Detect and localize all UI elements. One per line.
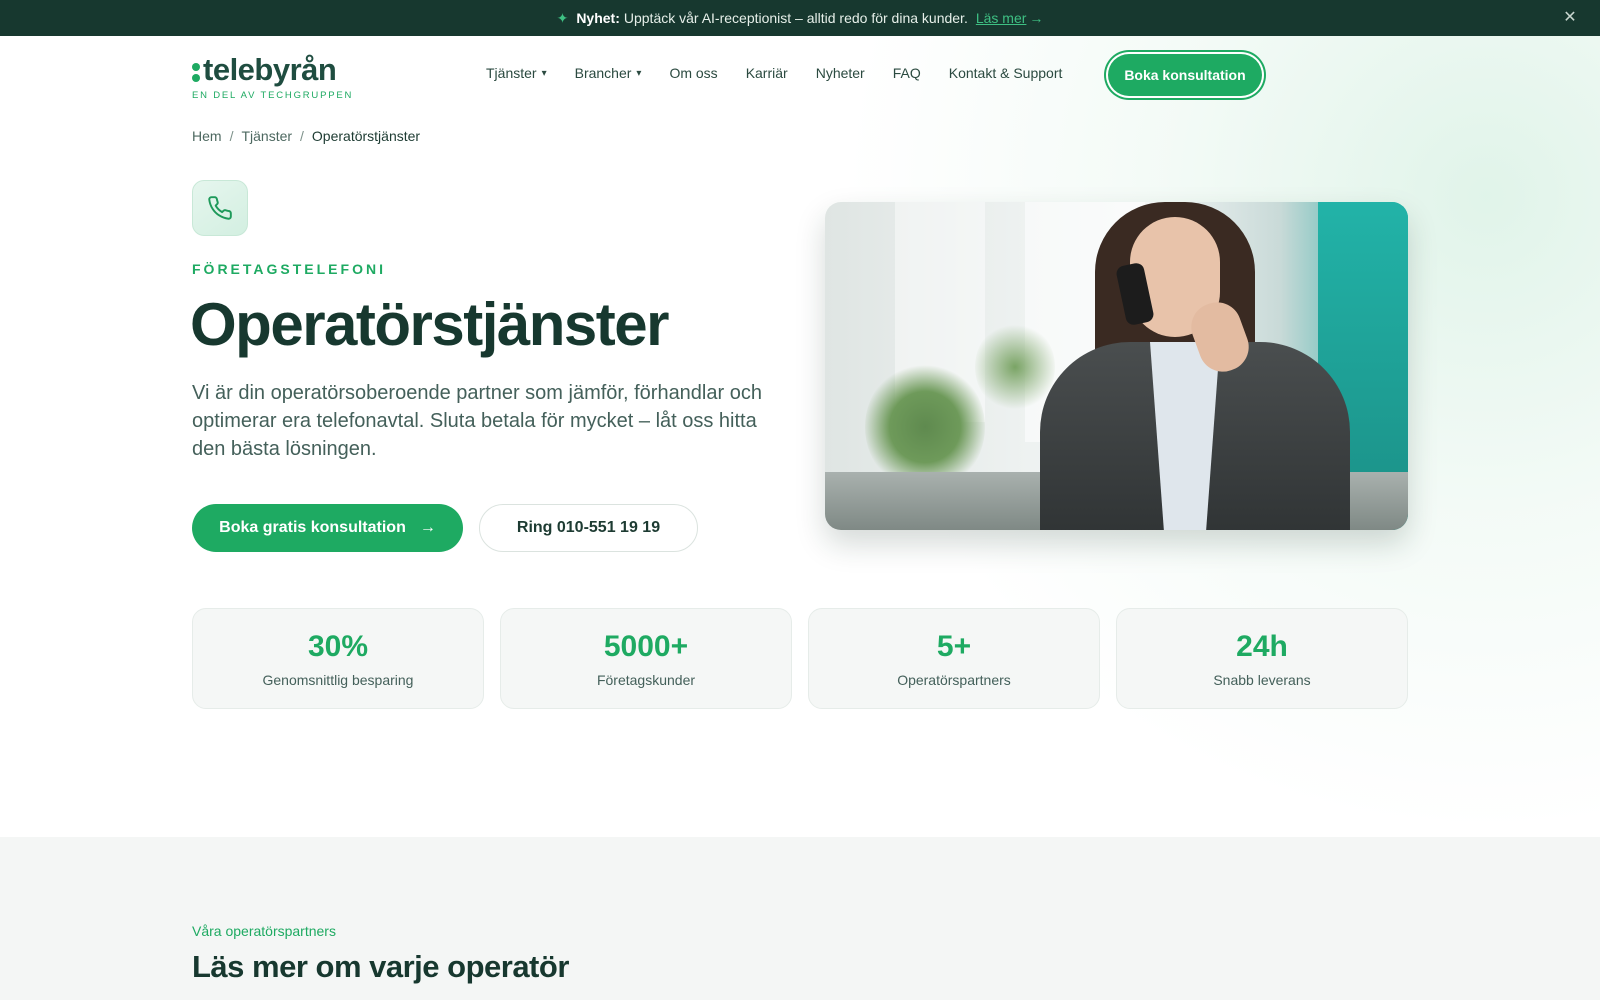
- phone-icon-badge: [192, 180, 248, 236]
- breadcrumb-separator: /: [229, 128, 234, 144]
- book-consultation-button[interactable]: Boka konsultation: [1108, 54, 1262, 96]
- nav-item-karriar[interactable]: Karriär: [746, 65, 788, 81]
- stat-card: 24h Snabb leverans: [1116, 608, 1408, 709]
- button-label: Boka gratis konsultation: [219, 519, 406, 536]
- logo[interactable]: telebyrån EN DEL AV TECHGRUPPEN: [192, 52, 353, 101]
- breadcrumb: Hem / Tjänster / Operatörstjänster: [192, 128, 420, 144]
- announcement-bar: ✦ Nyhet: Upptäck vår AI-receptionist – a…: [0, 0, 1600, 36]
- stat-card: 5+ Operatörspartners: [808, 608, 1100, 709]
- partners-title: Läs mer om varje operatör: [192, 949, 569, 984]
- logo-dots-icon: [192, 62, 200, 82]
- brand-name: telebyrån: [203, 52, 337, 87]
- announcement-read-more-link[interactable]: Läs mer: [976, 10, 1027, 26]
- close-icon[interactable]: ✕: [1560, 8, 1580, 28]
- nav-item-label: Brancher: [574, 65, 632, 81]
- nav-item-kontakt-support[interactable]: Kontakt & Support: [949, 65, 1063, 81]
- main-nav: Tjänster ▾ Brancher ▾ Om oss Karriär Nyh…: [486, 65, 1090, 81]
- chevron-down-icon: ▾: [541, 67, 547, 79]
- breadcrumb-current: Operatörstjänster: [311, 128, 421, 144]
- stat-card: 5000+ Företagskunder: [500, 608, 792, 709]
- partners-section: Våra operatörspartners Läs mer om varje …: [0, 837, 1600, 1000]
- nav-item-nyheter[interactable]: Nyheter: [816, 65, 865, 81]
- stat-card: 30% Genomsnittlig besparing: [192, 608, 484, 709]
- logo-wordmark: telebyrån: [192, 52, 353, 88]
- sparkle-icon: ✦: [556, 9, 569, 26]
- breadcrumb-services-link[interactable]: Tjänster: [241, 128, 292, 144]
- partners-eyebrow: Våra operatörspartners: [192, 923, 336, 939]
- arrow-right-icon: →: [419, 519, 436, 536]
- stat-value: 5+: [936, 629, 972, 663]
- announcement-label: Nyhet:: [576, 10, 620, 26]
- chevron-down-icon: ▾: [636, 67, 642, 79]
- book-free-consultation-button[interactable]: Boka gratis konsultation →: [192, 504, 463, 552]
- stat-value: 5000+: [603, 629, 689, 663]
- arrow-right-icon: →: [1029, 10, 1044, 26]
- stat-value: 24h: [1236, 629, 1288, 663]
- phone-icon: [208, 196, 232, 220]
- nav-item-label: Tjänster: [486, 65, 537, 81]
- breadcrumb-separator: /: [300, 128, 304, 144]
- stat-value: 30%: [307, 629, 369, 663]
- nav-item-tjanster[interactable]: Tjänster ▾: [486, 65, 547, 81]
- call-phone-button[interactable]: Ring 010-551 19 19: [479, 504, 698, 552]
- stat-label: Företagskunder: [596, 671, 696, 688]
- hero-description: Vi är din operatörsoberoende partner som…: [192, 382, 762, 460]
- stat-label: Snabb leverans: [1213, 671, 1311, 688]
- breadcrumb-home-link[interactable]: Hem: [192, 128, 222, 144]
- hero-eyebrow: FÖRETAGSTELEFONI: [192, 261, 386, 277]
- nav-item-faq[interactable]: FAQ: [893, 65, 921, 81]
- page-title: Operatörstjänster: [190, 291, 670, 358]
- stat-label: Operatörspartners: [897, 671, 1011, 688]
- nav-item-om-oss[interactable]: Om oss: [669, 65, 717, 81]
- plant-shape: [975, 322, 1055, 412]
- hero-image: [825, 202, 1408, 530]
- nav-item-brancher[interactable]: Brancher ▾: [575, 65, 642, 81]
- brand-tagline: EN DEL AV TECHGRUPPEN: [192, 90, 354, 101]
- announcement-text: Upptäck vår AI-receptionist – alltid red…: [623, 10, 968, 26]
- site-header: telebyrån EN DEL AV TECHGRUPPEN Tjänster…: [0, 36, 1600, 116]
- stat-label: Genomsnittlig besparing: [262, 671, 414, 688]
